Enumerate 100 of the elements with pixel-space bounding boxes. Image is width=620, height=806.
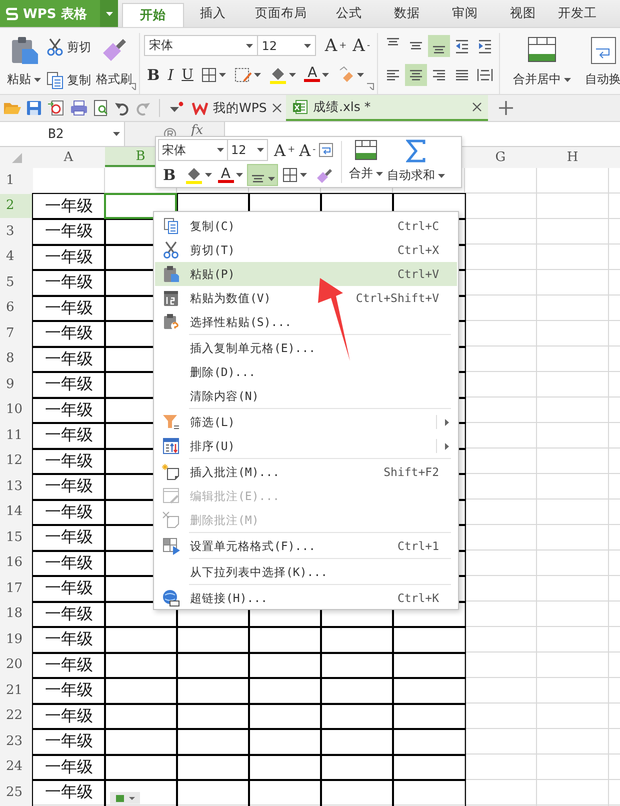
shrink-font-button[interactable]: A$^{-}$ xyxy=(297,139,318,161)
autosum-button[interactable]: 自动求和 xyxy=(385,139,447,185)
bold-button[interactable]: B xyxy=(158,164,181,186)
format-painter-button[interactable]: 格式刷 xyxy=(93,33,135,94)
menu-item[interactable]: 从下拉列表中选择(K)... xyxy=(155,560,457,584)
menu-item[interactable]: 粘贴(P) Ctrl+V xyxy=(155,262,457,286)
row-header[interactable]: 22 xyxy=(0,704,32,728)
ribbon-tab[interactable]: 页面布局 xyxy=(242,0,320,27)
bold-button[interactable]: B xyxy=(144,64,163,86)
shrink-font-button[interactable]: A$^{-}$ xyxy=(350,34,373,56)
row-header[interactable]: 17 xyxy=(0,576,32,600)
column-header[interactable]: G xyxy=(465,147,536,167)
ribbon-tab[interactable]: 开始 xyxy=(122,3,184,27)
menu-item[interactable]: 插入批注(M)... Shift+F2 xyxy=(155,460,457,484)
font-size-field[interactable]: 12 xyxy=(258,35,316,56)
close-icon[interactable] xyxy=(472,102,482,112)
values-icon xyxy=(162,289,180,307)
table-cell-text: 一年级 xyxy=(44,704,94,727)
italic-button[interactable]: I xyxy=(164,64,177,86)
column-header[interactable]: A xyxy=(33,147,104,167)
row-header[interactable]: 9 xyxy=(0,372,32,396)
menu-item[interactable]: 设置单元格格式(F)... Ctrl+1 xyxy=(155,534,457,558)
underline-button[interactable]: U xyxy=(178,64,196,86)
caret-icon xyxy=(219,72,226,76)
wrap-text-icon[interactable] xyxy=(318,142,334,158)
row-header[interactable]: 11 xyxy=(0,423,32,448)
row-header[interactable]: 15 xyxy=(0,525,32,550)
row-header[interactable]: 6 xyxy=(0,296,32,320)
new-tab-icon[interactable] xyxy=(498,100,514,116)
row-header[interactable]: 24 xyxy=(0,754,32,779)
menu-item[interactable]: 超链接(H)... Ctrl+K xyxy=(155,586,457,610)
ribbon-tab[interactable]: 公式 xyxy=(320,0,378,27)
row-header[interactable]: 25 xyxy=(0,780,32,804)
wps-logo-icon xyxy=(192,101,208,115)
paste-button[interactable]: 粘贴 xyxy=(4,33,44,94)
merge-center-button[interactable]: 合并居中 xyxy=(504,33,580,94)
sort-icon xyxy=(162,437,180,455)
menu-item[interactable]: 插入复制单元格(E)... xyxy=(155,336,457,360)
font-color-button[interactable]: A xyxy=(301,64,332,86)
row-header[interactable]: 19 xyxy=(0,627,32,652)
special-icon xyxy=(162,313,180,331)
column-header[interactable]: H xyxy=(537,147,608,167)
align-bottom-button[interactable] xyxy=(428,34,450,56)
launcher-icon[interactable] xyxy=(129,83,136,90)
filter-icon xyxy=(162,413,180,431)
wrap-text-button[interactable]: 自动换 xyxy=(582,33,620,94)
row-header[interactable]: 14 xyxy=(0,500,32,524)
align-center-button[interactable] xyxy=(246,164,278,186)
app-dropdown-button[interactable] xyxy=(100,0,118,27)
cut-icon xyxy=(162,241,180,259)
grow-font-button[interactable]: A$^{+}$ xyxy=(322,34,350,56)
row-header[interactable]: 10 xyxy=(0,398,32,422)
row-header[interactable]: 23 xyxy=(0,729,32,754)
document-tab[interactable]: 成绩.xls * xyxy=(286,95,488,121)
copy-button[interactable]: 复制 xyxy=(46,68,91,92)
print-preview-icon[interactable] xyxy=(93,99,109,117)
menu-item[interactable]: 清除内容(N) xyxy=(155,384,457,408)
row-header[interactable]: 12 xyxy=(0,448,32,473)
ribbon-tab[interactable]: 数据 xyxy=(378,0,436,27)
brush-icon[interactable] xyxy=(314,166,333,184)
insert-function-button[interactable]: fx xyxy=(191,122,204,138)
font-name-field[interactable]: 宋体 xyxy=(144,35,258,56)
menu-item[interactable]: 筛选(L) xyxy=(155,410,457,434)
close-icon[interactable] xyxy=(272,103,282,113)
caret-icon xyxy=(204,173,212,177)
table-cell-text: 一年级 xyxy=(44,756,94,778)
selected-cell[interactable] xyxy=(104,192,177,219)
ribbon-tab[interactable]: 开发工 xyxy=(552,0,597,27)
cut-button[interactable]: 剪切 xyxy=(46,35,91,59)
row-header[interactable]: 5 xyxy=(0,270,32,294)
align-center-button[interactable] xyxy=(405,64,427,86)
row-header[interactable]: 18 xyxy=(0,602,32,626)
row-header[interactable]: 13 xyxy=(0,474,32,498)
launcher-icon[interactable] xyxy=(367,83,374,90)
ribbon-tab[interactable]: 插入 xyxy=(184,0,242,27)
menu-item[interactable]: 剪切(T) Ctrl+X xyxy=(155,238,457,262)
ribbon-tab[interactable]: 视图 xyxy=(494,0,552,27)
font-name-field[interactable]: 宋体 xyxy=(158,139,228,161)
document-tab[interactable]: 我的WPS xyxy=(186,95,286,121)
undo-icon[interactable] xyxy=(114,100,130,116)
save-icon[interactable] xyxy=(26,100,42,116)
merge-button[interactable]: 合并 xyxy=(347,139,385,185)
row-header[interactable]: 16 xyxy=(0,550,32,575)
row-header[interactable]: 7 xyxy=(0,321,32,346)
row-header[interactable]: 4 xyxy=(0,244,32,269)
row-header[interactable]: 1 xyxy=(0,168,32,192)
font-color-button[interactable]: A xyxy=(216,164,245,186)
ribbon-tab[interactable]: 审阅 xyxy=(436,0,494,27)
row-header[interactable]: 20 xyxy=(0,652,32,677)
row-header[interactable]: 21 xyxy=(0,678,32,702)
menu-item[interactable]: 删除(D)... xyxy=(155,360,457,384)
menu-item[interactable]: 复制(C) Ctrl+C xyxy=(155,214,457,238)
grow-font-button[interactable]: A$^{+}$ xyxy=(272,139,298,161)
row-header[interactable]: 8 xyxy=(0,346,32,371)
export-pdf-icon[interactable] xyxy=(47,99,65,117)
row-header[interactable]: 3 xyxy=(0,219,32,244)
menu-item[interactable]: 排序(U) xyxy=(155,434,457,458)
print-icon[interactable] xyxy=(70,100,88,116)
font-size-field[interactable]: 12 xyxy=(228,139,268,161)
paste-options-icon[interactable] xyxy=(110,792,140,804)
